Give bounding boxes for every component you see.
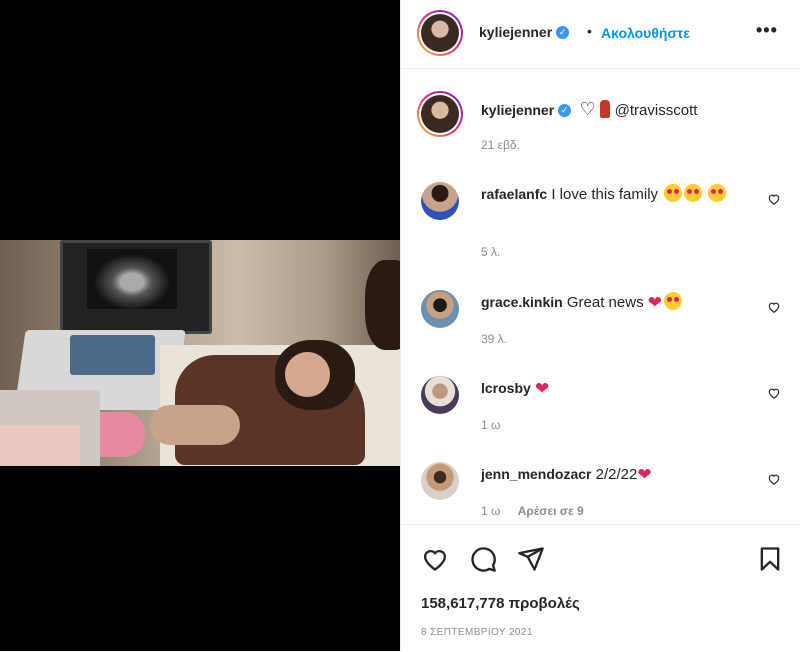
comment-like-icon[interactable] — [767, 386, 781, 400]
comment-timestamp: 5 λ. — [481, 245, 501, 259]
verified-badge-icon: ✓ — [558, 104, 572, 118]
bookmark-icon[interactable] — [756, 545, 784, 573]
comment-like-icon[interactable] — [767, 300, 781, 314]
comment-text: 2/2/22 — [595, 466, 638, 483]
action-bar: 158,617,778 προβολές 8 ΣΕΠΤΕΜΒΡΙΟΥ 2021 — [401, 524, 800, 652]
comment-text: I love this family — [551, 186, 659, 203]
post-media[interactable] — [0, 0, 400, 651]
view-count[interactable]: 158,617,778 προβολές — [421, 595, 580, 612]
heart-eyes-emoji-icon — [664, 184, 683, 202]
caption-username[interactable]: kyliejenner — [481, 102, 554, 118]
comment-item: lcrosby ❤ 1 ω — [421, 376, 781, 436]
commenter-avatar[interactable] — [421, 462, 459, 500]
comment-likes-count[interactable]: Αρέσει σε 9 — [518, 504, 584, 518]
ultrasound-monitor — [60, 240, 212, 334]
baby-emoji-icon — [600, 100, 611, 118]
caption: kyliejenner ✓ ♡ @travisscott — [481, 99, 697, 120]
post-date[interactable]: 8 ΣΕΠΤΕΜΒΡΙΟΥ 2021 — [421, 627, 533, 638]
verified-badge-icon: ✓ — [556, 26, 570, 40]
author-username[interactable]: kyliejenner — [479, 24, 552, 40]
comment-item: grace.kinkin Great news ❤ 39 λ. — [421, 290, 781, 350]
post-header: kyliejenner ✓ • Ακολουθήστε ••• — [401, 0, 800, 69]
comment-like-icon[interactable] — [767, 192, 781, 206]
heart-icon[interactable] — [421, 545, 449, 573]
separator-dot: • — [587, 23, 592, 39]
commenter-username[interactable]: lcrosby — [481, 380, 531, 396]
comment-like-icon[interactable] — [767, 472, 781, 486]
red-heart-emoji-icon: ❤ — [637, 465, 652, 484]
commenter-avatar[interactable] — [421, 376, 459, 414]
caption-avatar[interactable] — [417, 91, 463, 137]
comment-timestamp: 39 λ. — [481, 332, 508, 346]
heart-eyes-emoji-icon — [708, 184, 727, 202]
post-side-panel: kyliejenner ✓ • Ακολουθήστε ••• kyliejenn… — [400, 0, 800, 651]
more-options-icon[interactable]: ••• — [756, 20, 778, 41]
follow-button[interactable]: Ακολουθήστε — [601, 25, 690, 41]
comment-bubble-icon[interactable] — [469, 545, 497, 573]
paper-plane-icon[interactable] — [517, 545, 545, 573]
heart-eyes-emoji-icon — [684, 184, 703, 202]
comment-timestamp: 1 ω — [481, 504, 501, 518]
comment-text: Great news — [566, 294, 644, 311]
red-heart-emoji-icon: ❤ — [534, 379, 550, 398]
author-avatar[interactable] — [417, 10, 463, 56]
commenter-username[interactable]: rafaelanfc — [481, 186, 547, 202]
heart-eyes-emoji-icon — [664, 292, 682, 310]
red-heart-emoji-icon: ❤ — [647, 293, 662, 312]
video-player[interactable] — [0, 240, 400, 466]
comment-item: jenn_mendozacr 2/2/22❤ 1 ω Αρέσει σε 9 — [421, 462, 781, 522]
commenter-avatar[interactable] — [421, 290, 459, 328]
comment-timestamp: 1 ω — [481, 418, 501, 432]
commenter-username[interactable]: grace.kinkin — [481, 294, 563, 310]
caption-timestamp: 21 εβδ. — [481, 138, 520, 152]
commenter-username[interactable]: jenn_mendozacr — [481, 466, 591, 482]
commenter-avatar[interactable] — [421, 182, 459, 220]
caption-heart: ♡ — [579, 99, 596, 119]
comment-item: rafaelanfc I love this family 5 λ. — [421, 182, 781, 262]
caption-mention[interactable]: @travisscott — [615, 102, 698, 119]
